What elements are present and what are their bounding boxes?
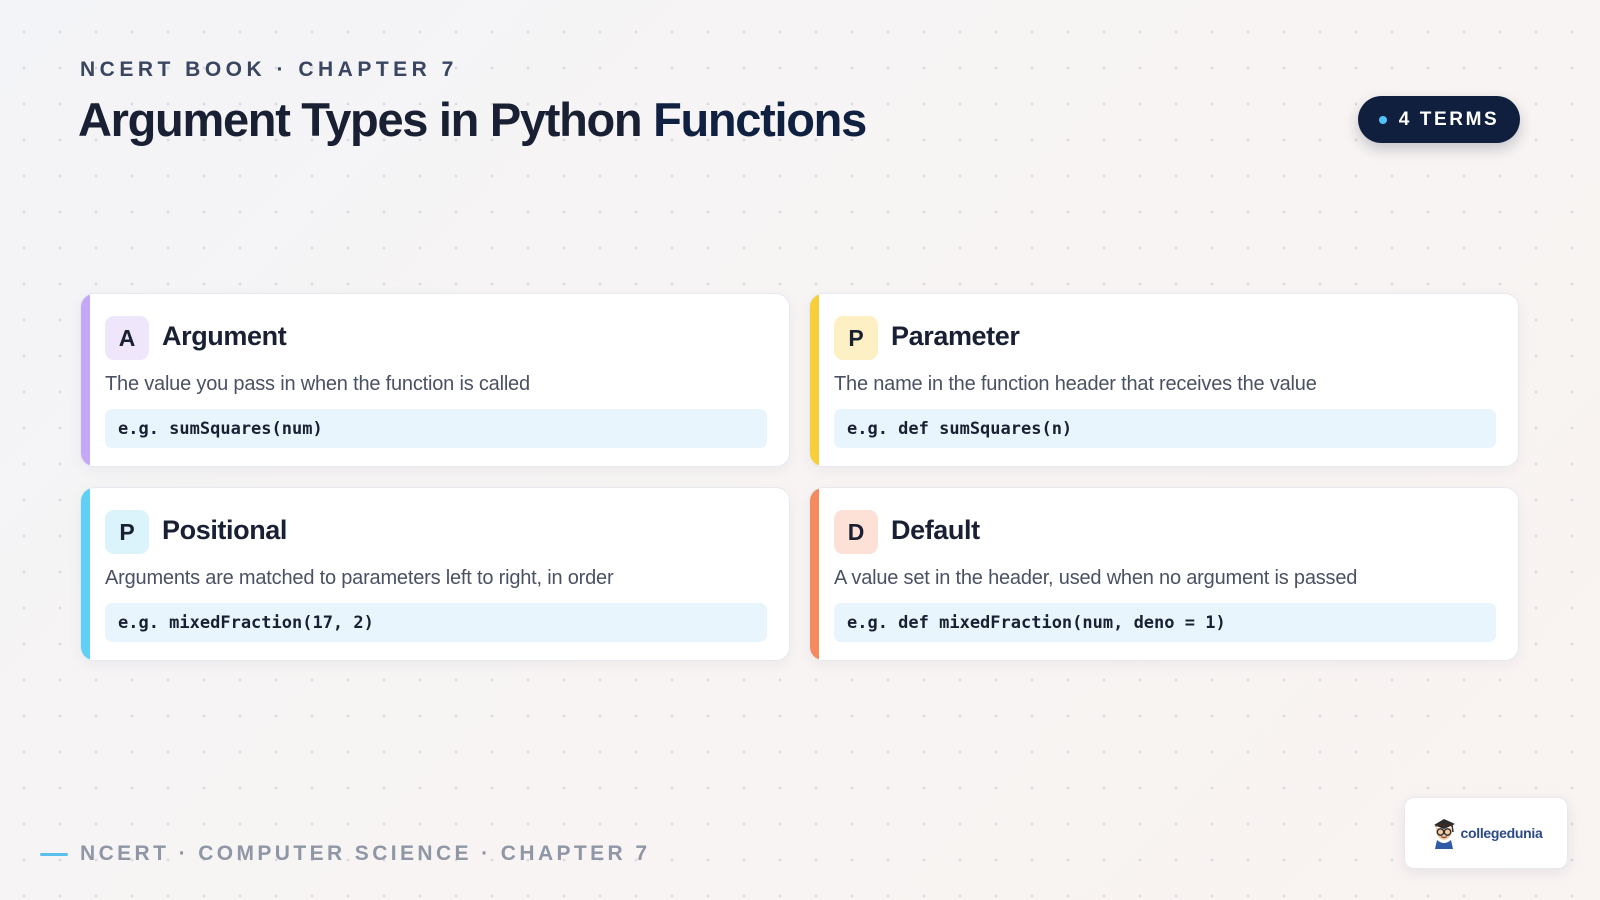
page-title-main: Argument Types in Python (78, 93, 643, 146)
footer-accent-line (40, 853, 68, 856)
student-mascot-icon (1433, 819, 1455, 849)
term-card-argument: A Argument The value you pass in when th… (80, 293, 790, 467)
page-title: Argument Types in Python Functions (78, 92, 867, 147)
card-accent-stripe (81, 294, 90, 466)
card-accent-stripe (81, 488, 90, 660)
card-code-example: e.g. mixedFraction(17, 2) (105, 603, 767, 642)
card-code-example: e.g. def sumSquares(n) (834, 409, 1496, 448)
collegedunia-logo: collegedunia (1404, 797, 1568, 869)
logo-wordmark: collegedunia (1460, 825, 1543, 841)
card-letter-badge: P (834, 316, 878, 360)
card-accent-stripe (810, 488, 819, 660)
card-letter-badge: A (105, 316, 149, 360)
card-letter-badge: D (834, 510, 878, 554)
card-term-title: Argument (162, 321, 287, 351)
card-term-title: Parameter (891, 321, 1020, 351)
card-letter-badge: P (105, 510, 149, 554)
footer-caption: NCERT · COMPUTER SCIENCE · CHAPTER 7 (80, 842, 651, 865)
card-code-example: e.g. sumSquares(num) (105, 409, 767, 448)
terms-count-label: 4 TERMS (1398, 108, 1500, 130)
card-description: The value you pass in when the function … (105, 373, 530, 395)
card-description: A value set in the header, used when no … (834, 567, 1358, 589)
card-term-title: Positional (162, 515, 288, 545)
card-accent-stripe (810, 294, 819, 466)
term-card-default: D Default A value set in the header, use… (809, 487, 1519, 661)
card-term-title: Default (891, 515, 980, 545)
card-description: Arguments are matched to parameters left… (105, 567, 614, 589)
terms-count-badge: 4 TERMS (1358, 96, 1520, 143)
card-description: The name in the function header that rec… (834, 373, 1317, 395)
page-title-accent: Functions (653, 93, 867, 146)
chapter-kicker: NCERT BOOK · CHAPTER 7 (80, 58, 458, 81)
card-code-example: e.g. def mixedFraction(num, deno = 1) (834, 603, 1496, 642)
badge-dot-icon (1378, 115, 1387, 124)
term-card-parameter: P Parameter The name in the function hea… (809, 293, 1519, 467)
term-card-positional: P Positional Arguments are matched to pa… (80, 487, 790, 661)
